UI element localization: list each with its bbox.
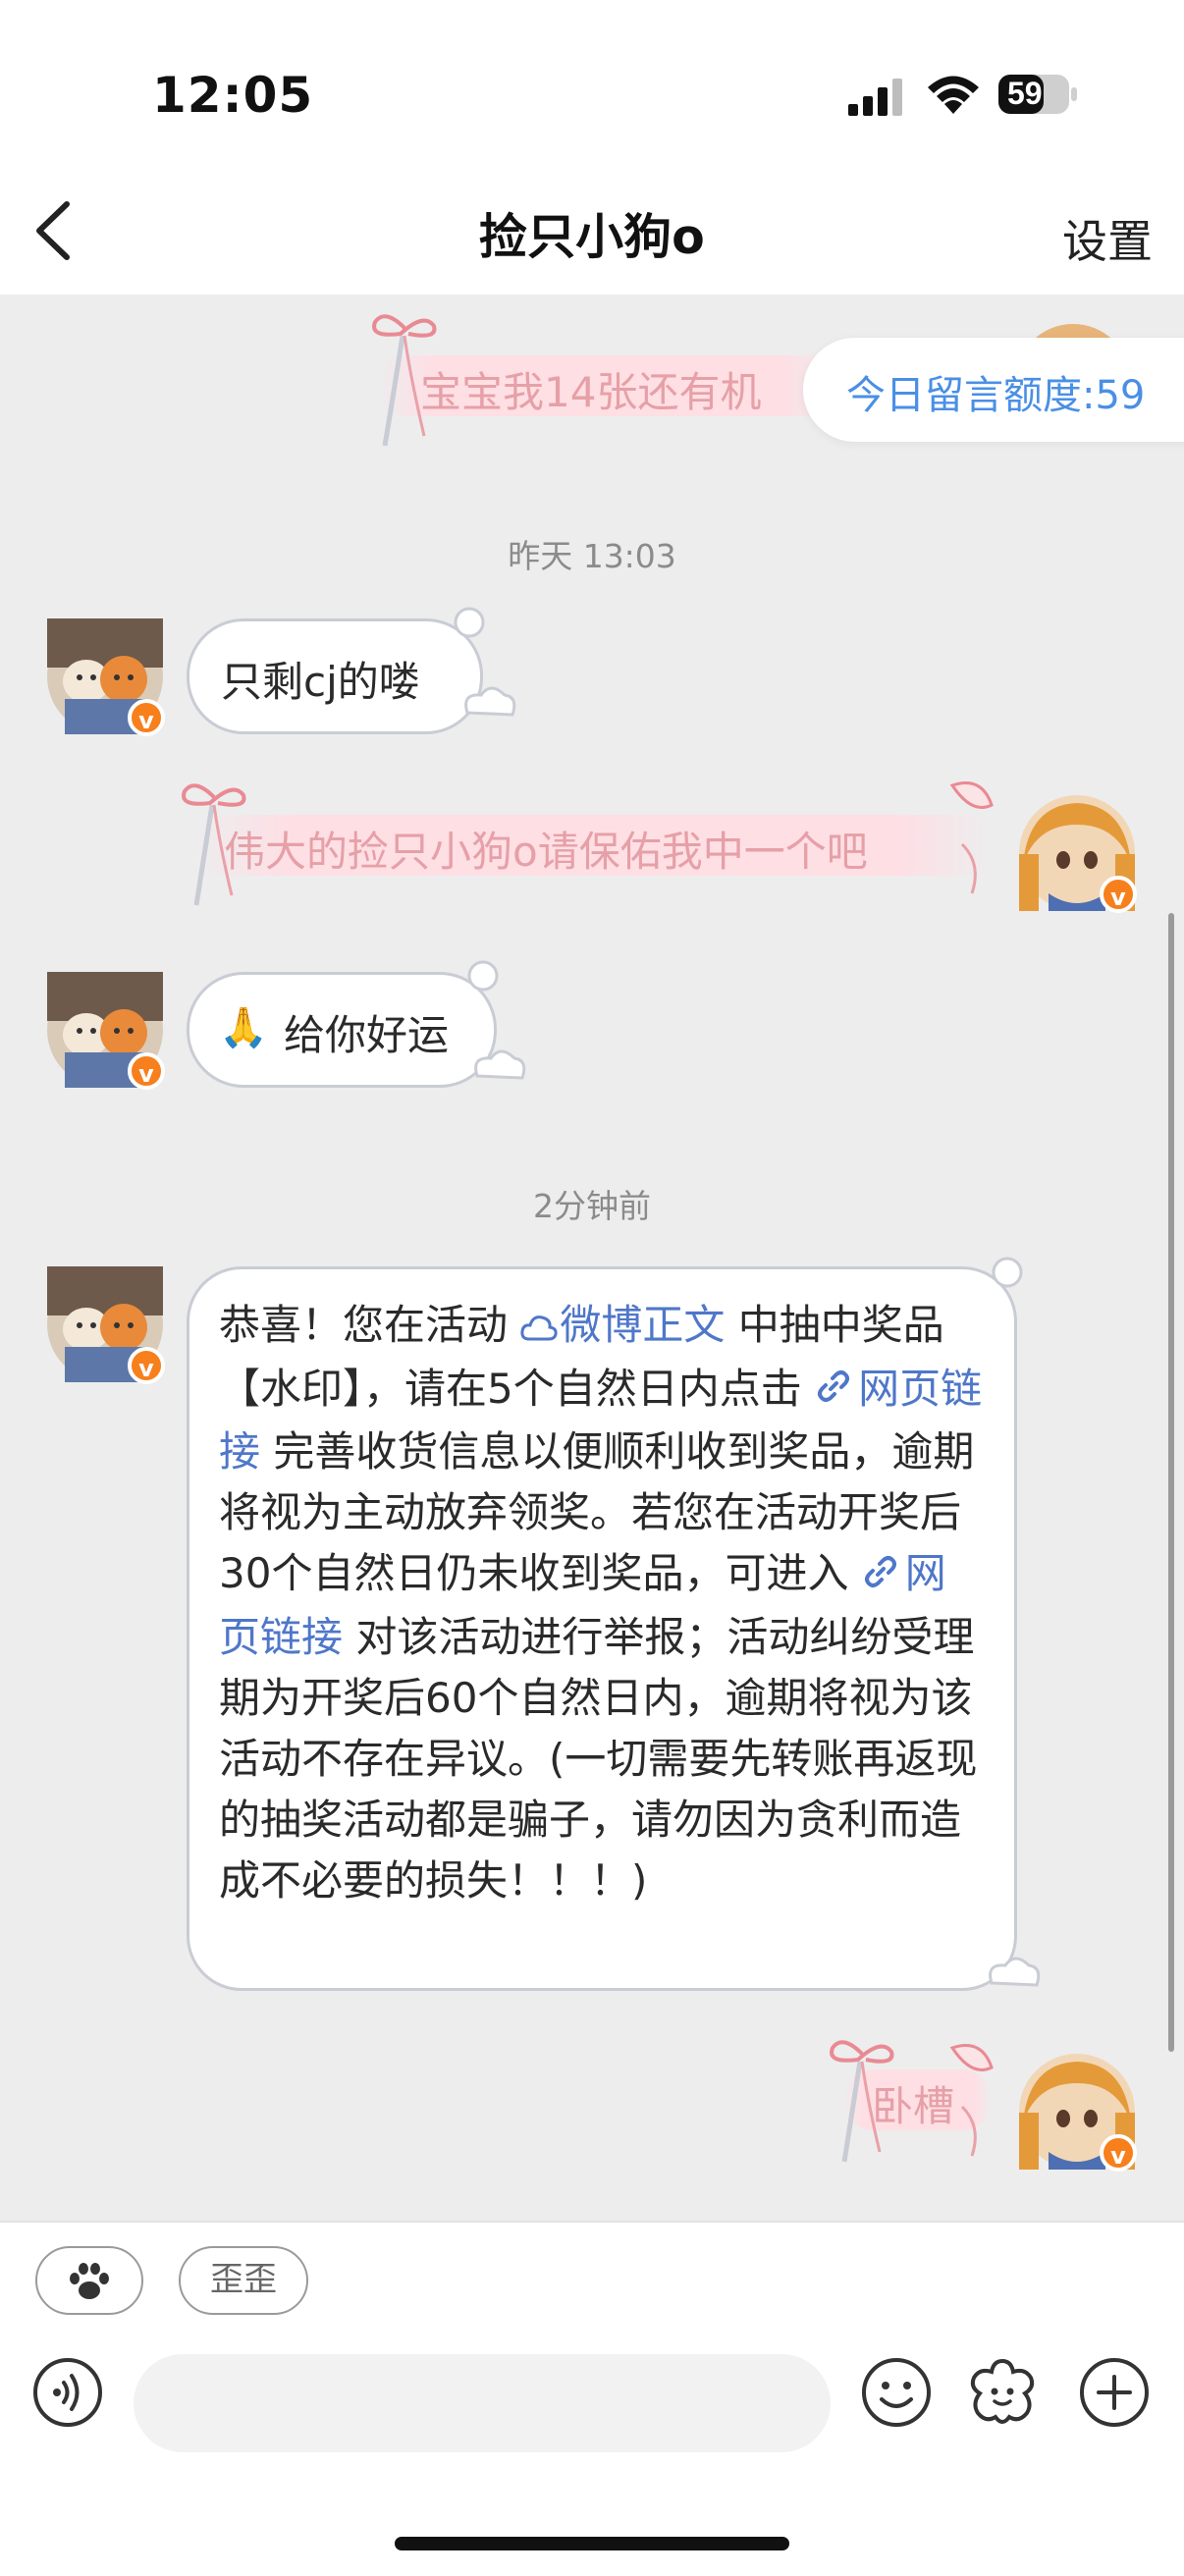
cloud-sticker-icon [989, 1257, 1041, 1987]
bow-ribbon-icon [830, 2040, 894, 2163]
timestamp: 昨天 13:03 [508, 537, 676, 575]
status-time: 12:05 [152, 67, 314, 124]
scissors-sticker-icon [949, 2044, 994, 2157]
input-bar: 歪歪 [0, 2221, 1184, 2576]
incoming-message-3[interactable]: 恭喜！您在活动 微博正文 中抽中奖品【水印】，请在5个自然日内点击 网页链接 完… [187, 1266, 1017, 1991]
home-indicator [395, 2537, 789, 2550]
battery-icon: 59 [997, 73, 1078, 116]
scrollbar[interactable] [1168, 913, 1174, 2052]
message-text: 给你好运 [284, 1011, 450, 1059]
verified-badge: v [1100, 2134, 1137, 2172]
outgoing-message-2[interactable]: 伟大的捡只小狗o请保佑我中一个吧 [224, 819, 868, 879]
weibo-post-link[interactable]: 微博正文 [520, 1301, 725, 1349]
praying-hands-icon: 🙏 [219, 1005, 268, 1050]
voice-icon[interactable] [31, 2356, 104, 2429]
my-avatar[interactable]: v [1019, 2054, 1137, 2172]
verified-badge: v [128, 1347, 165, 1384]
bow-ribbon-icon [372, 314, 437, 447]
cloud-icon [520, 1298, 560, 1359]
link-text: 微博正文 [560, 1301, 726, 1349]
link-chain-icon [862, 1546, 905, 1607]
daily-quota-text: 今日留言额度:59 [846, 373, 1146, 418]
cloud-sticker-icon [454, 607, 516, 717]
my-avatar[interactable]: v [1019, 795, 1137, 913]
daily-quota-badge: 今日留言额度:59 [803, 338, 1184, 442]
verified-badge: v [128, 699, 165, 736]
sender-avatar[interactable]: v [47, 972, 165, 1090]
chat-area[interactable]: 宝宝我14张还有机 今日留言额度:59 昨天 13:03 v 只剩cj的喽 伟大 [0, 295, 1184, 2221]
battery-level: 59 [1007, 76, 1043, 111]
cellular-signal-icon [848, 79, 902, 116]
paw-icon [70, 2262, 109, 2299]
bow-ribbon-icon [182, 783, 246, 906]
wifi-icon [928, 76, 979, 114]
scissors-sticker-icon [949, 781, 994, 894]
plus-icon[interactable] [1078, 2356, 1151, 2429]
message-text: 恭喜！您在活动 [219, 1301, 521, 1349]
sender-avatar[interactable]: v [47, 618, 165, 736]
quick-chip-waiwai[interactable]: 歪歪 [179, 2246, 308, 2315]
quick-chip-paw[interactable] [35, 2246, 143, 2315]
outgoing-message-1[interactable]: 宝宝我14张还有机 [420, 359, 761, 419]
settings-button[interactable]: 设置 [1062, 206, 1153, 271]
sticker-icon[interactable] [966, 2356, 1039, 2429]
cloud-sticker-icon [467, 960, 526, 1080]
link-chain-icon [815, 1361, 858, 1422]
verified-badge: v [128, 1052, 165, 1090]
verified-badge: v [1100, 876, 1137, 913]
incoming-message-2[interactable]: 🙏 给你好运 [187, 972, 497, 1088]
message-text: 只剩cj的喽 [221, 658, 420, 706]
chat-title: 捡只小狗o [479, 209, 705, 265]
message-input[interactable] [134, 2354, 831, 2452]
timestamp: 2分钟前 [533, 1187, 651, 1225]
top-bar: 12:05 59 捡只小狗o 设置 [0, 0, 1184, 295]
sender-avatar[interactable]: v [47, 1266, 165, 1384]
incoming-message-1[interactable]: 只剩cj的喽 [187, 618, 483, 734]
emoji-icon[interactable] [860, 2356, 933, 2429]
